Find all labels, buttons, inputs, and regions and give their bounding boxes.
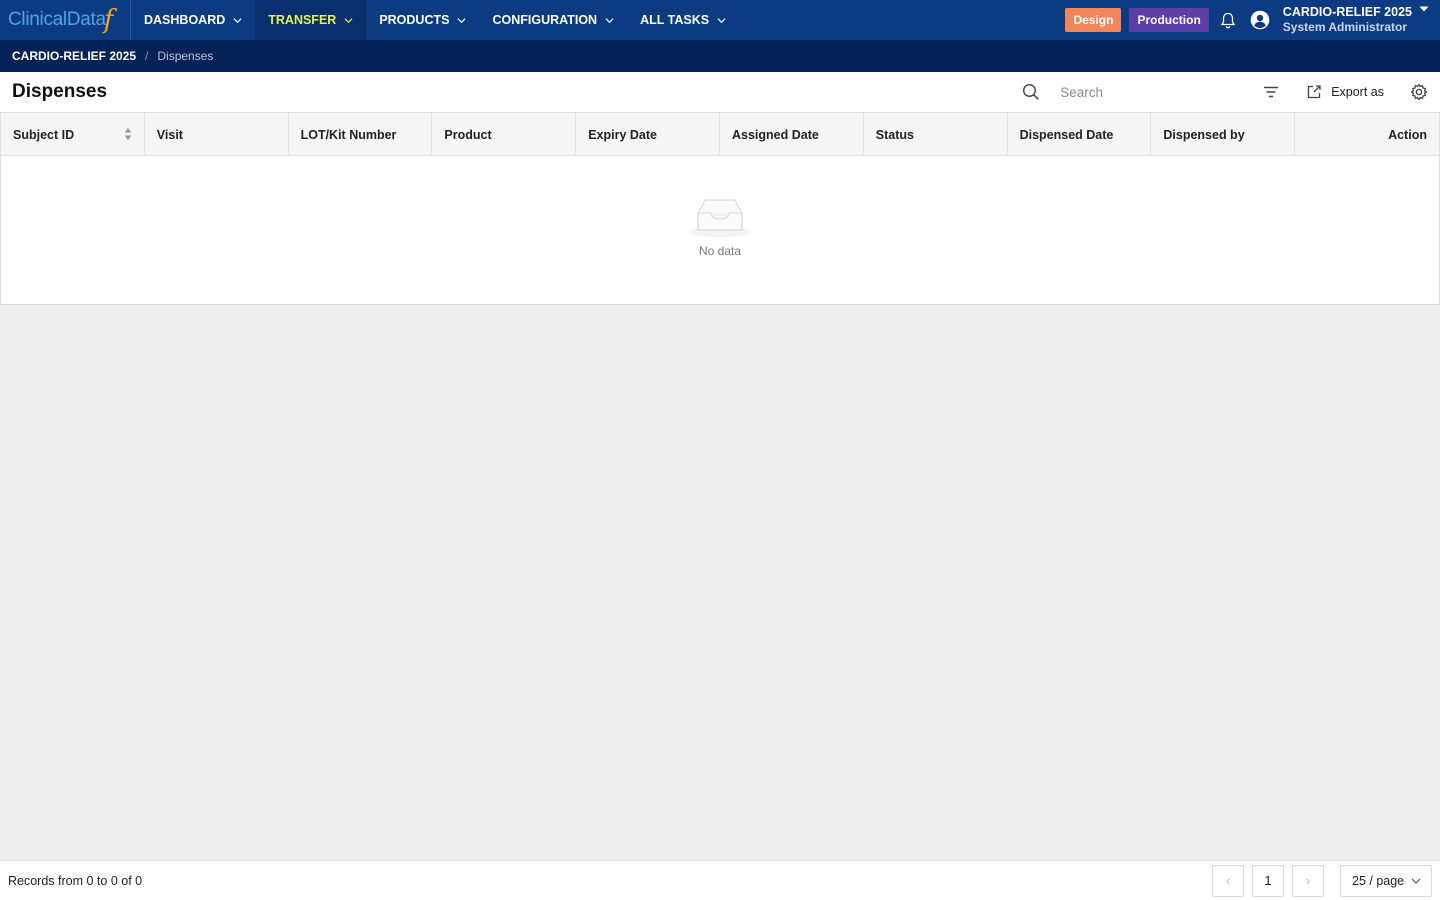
column-header-label: Status (875, 127, 914, 142)
breadcrumb-current-page: Dispenses (157, 49, 214, 63)
column-header-dispensed-by[interactable]: Dispensed by (1151, 113, 1296, 156)
search-icon[interactable] (1022, 83, 1040, 101)
column-header-label: Expiry Date (588, 127, 657, 142)
breadcrumb-study-link[interactable]: CARDIO-RELIEF 2025 (12, 49, 136, 63)
column-header-label: LOT/Kit Number (300, 127, 397, 142)
production-env-badge[interactable]: Production (1129, 8, 1209, 32)
page-number-button[interactable]: 1 (1252, 864, 1284, 897)
prev-page-button[interactable]: ‹ (1212, 864, 1244, 897)
export-button[interactable]: Export as (1306, 84, 1384, 100)
nav-all-tasks[interactable]: ALL TASKS (627, 0, 739, 40)
clinicaldata-logo[interactable]: ClinicalData f (0, 0, 131, 40)
empty-inbox-icon (689, 199, 751, 237)
page-header: Dispenses Export as (0, 72, 1440, 113)
chevron-down-icon (457, 17, 466, 23)
nav-products-label: PRODUCTS (379, 13, 450, 27)
column-header-label: Dispensed Date (1019, 127, 1114, 142)
nav-all-tasks-label: ALL TASKS (640, 13, 710, 27)
column-header-lot-kit-number[interactable]: LOT/Kit Number (289, 113, 433, 156)
study-name: CARDIO-RELIEF 2025 (1282, 5, 1412, 20)
nav-products[interactable]: PRODUCTS (366, 0, 479, 40)
study-user-menu[interactable]: CARDIO-RELIEF 2025 System Administrator (1283, 5, 1412, 34)
page-size-value: 25 / page (1352, 873, 1405, 888)
page-number-label: 1 (1264, 873, 1272, 888)
table-footer: Records from 0 to 0 of 0 ‹ 1 › 25 / page (0, 860, 1440, 900)
column-header-subject-id[interactable]: Subject ID (1, 113, 145, 156)
chevron-left-icon: ‹ (1225, 873, 1231, 888)
nav-configuration-label: CONFIGURATION (492, 13, 598, 27)
column-header-status[interactable]: Status (864, 113, 1008, 156)
design-env-badge[interactable]: Design (1065, 8, 1122, 32)
user-role: System Administrator (1282, 20, 1408, 35)
nav-dashboard[interactable]: DASHBOARD (131, 0, 255, 40)
column-header-label: Product (444, 127, 492, 142)
records-summary: Records from 0 to 0 of 0 (8, 873, 143, 888)
chevron-down-icon (717, 17, 726, 23)
next-page-button[interactable]: › (1292, 864, 1324, 897)
column-header-label: Subject ID (13, 127, 75, 142)
nav-configuration[interactable]: CONFIGURATION (479, 0, 627, 40)
caret-down-icon[interactable] (1418, 6, 1430, 26)
top-navigation-bar: ClinicalData f DASHBOARD TRANSFER PRODUC… (0, 0, 1440, 40)
export-icon (1308, 85, 1321, 99)
nav-transfer-label: TRANSFER (268, 13, 337, 27)
sort-icon[interactable] (124, 127, 132, 141)
page-title: Dispenses (12, 81, 108, 102)
user-avatar-icon[interactable] (1249, 9, 1271, 31)
search-input[interactable] (1060, 78, 1251, 106)
column-header-expiry-date[interactable]: Expiry Date (576, 113, 720, 156)
nav-transfer[interactable]: TRANSFER (255, 0, 367, 40)
column-header-dispensed-date[interactable]: Dispensed Date (1008, 113, 1152, 156)
dispenses-table: Subject ID Visit LOT/Kit Number Product … (0, 113, 1440, 305)
column-header-label: Visit (156, 127, 183, 142)
nav-dashboard-label: DASHBOARD (144, 13, 226, 27)
filter-icon[interactable] (1262, 83, 1280, 101)
breadcrumb-separator: / (145, 49, 149, 63)
empty-state-text: No data (698, 244, 742, 258)
column-header-action: Action (1295, 113, 1439, 156)
column-header-label: Assigned Date (731, 127, 819, 142)
table-header-row: Subject ID Visit LOT/Kit Number Product … (1, 113, 1439, 156)
export-label: Export as (1331, 85, 1384, 99)
logo-text: ClinicalData (8, 9, 106, 30)
page-size-select[interactable]: 25 / page (1340, 864, 1432, 897)
bell-icon[interactable] (1217, 9, 1239, 31)
column-header-label: Dispensed by (1163, 127, 1245, 142)
empty-state: No data (1, 156, 1439, 258)
logo-mark: f (103, 5, 114, 35)
chevron-down-icon (344, 17, 353, 23)
chevron-right-icon: › (1305, 873, 1311, 888)
column-header-visit[interactable]: Visit (145, 113, 289, 156)
breadcrumb: CARDIO-RELIEF 2025 / Dispenses (0, 40, 1440, 72)
column-header-assigned-date[interactable]: Assigned Date (720, 113, 864, 156)
chevron-down-icon (233, 17, 242, 23)
column-header-product[interactable]: Product (432, 113, 577, 156)
chevron-down-icon (605, 17, 614, 23)
chevron-down-icon (1411, 878, 1421, 884)
column-header-label: Action (1388, 127, 1427, 142)
settings-icon[interactable] (1410, 83, 1428, 101)
